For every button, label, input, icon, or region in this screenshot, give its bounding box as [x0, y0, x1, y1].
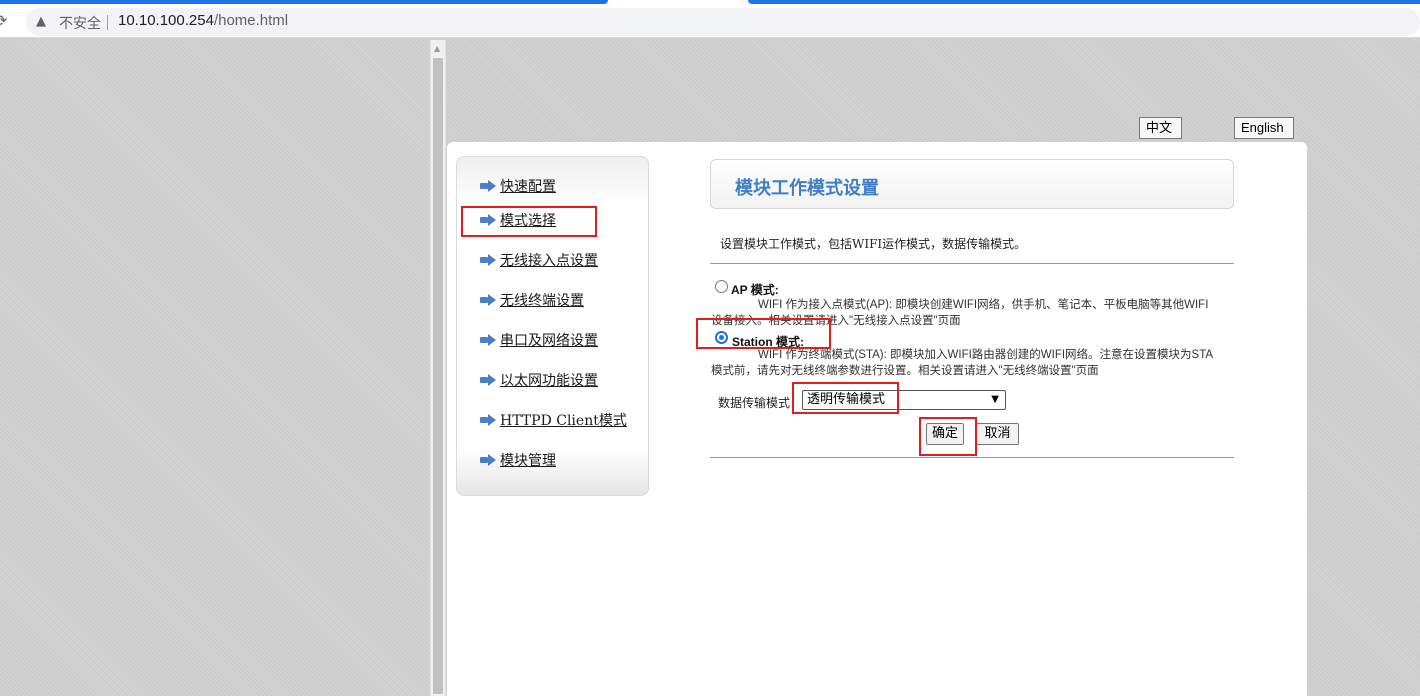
highlight-transfer-select [792, 382, 899, 414]
arrow-right-icon [480, 294, 496, 306]
address-bar: ⟳ ▲ 不安全 10.10.100.254/home.html [0, 6, 1420, 38]
sidebar-item-label: 快速配置 [500, 179, 556, 195]
scrollbar-thumb[interactable] [433, 58, 443, 694]
sidebar-item-label: 串口及网络设置 [500, 333, 598, 349]
english-language-button[interactable]: English [1234, 117, 1294, 139]
url-host: 10.10.100.254 [118, 12, 214, 29]
sidebar-item-label: 无线接入点设置 [500, 253, 598, 269]
scroll-up-icon[interactable]: ▲ [434, 44, 440, 53]
sidebar-item-label: 以太网功能设置 [500, 373, 598, 389]
security-label[interactable]: 不安全 [59, 13, 101, 33]
sidebar-item-serial-network[interactable]: 串口及网络设置 [480, 330, 598, 352]
sidebar-item-ap-settings[interactable]: 无线接入点设置 [480, 250, 598, 272]
highlight-confirm-button [919, 417, 977, 456]
sidebar-item-quick-config[interactable]: 快速配置 [480, 176, 556, 198]
station-mode-desc-line1: WIFI 作为终端模式(STA): 即模块加入WIFI路由器创建的WIFI网络。… [758, 349, 1214, 361]
omnibox-separator [107, 15, 108, 30]
sidebar-item-httpd-client[interactable]: HTTPD Client模式 [480, 410, 627, 432]
arrow-right-icon [480, 334, 496, 346]
chevron-down-icon: ▼ [991, 394, 999, 405]
chinese-language-button[interactable]: 中文 [1139, 117, 1182, 139]
omnibox[interactable]: ▲ 不安全 10.10.100.254/home.html [26, 8, 1420, 36]
arrow-right-icon [480, 254, 496, 266]
sidebar-item-label: 模块管理 [500, 453, 556, 469]
arrow-right-icon [480, 414, 496, 426]
page-description: 设置模块工作模式，包括WIFI运作模式，数据传输模式。 [720, 237, 1027, 251]
left-frame [0, 40, 430, 696]
url-path: /home.html [213, 12, 289, 29]
arrow-right-icon [480, 180, 496, 192]
cancel-button[interactable]: 取消 [976, 423, 1019, 445]
arrow-right-icon [480, 374, 496, 386]
highlight-mode-select [461, 206, 597, 237]
sidebar-item-sta-settings[interactable]: 无线终端设置 [480, 290, 584, 312]
tab-indicator-right [748, 0, 1420, 4]
ap-mode-radio[interactable] [715, 280, 728, 293]
divider-bottom [710, 457, 1234, 458]
page-title: 模块工作模式设置 [735, 178, 879, 199]
sidebar-item-label: HTTPD Client模式 [500, 413, 627, 429]
arrow-right-icon [480, 454, 496, 466]
tab-indicator-left [0, 0, 608, 4]
sidebar-item-label: 无线终端设置 [500, 293, 584, 309]
ap-mode-label: AP 模式: [731, 283, 779, 297]
transfer-mode-label: 数据传输模式 [718, 396, 791, 410]
page-title-box: 模块工作模式设置 [710, 159, 1234, 209]
reload-icon[interactable]: ⟳ [0, 12, 12, 30]
warning-icon[interactable]: ▲ [36, 14, 52, 30]
station-mode-desc-line2: 模式前，请先对无线终端参数进行设置。相关设置请进入"无线终端设置"页面 [711, 365, 1099, 377]
sidebar-item-ethernet[interactable]: 以太网功能设置 [480, 370, 598, 392]
highlight-station-mode [696, 318, 831, 349]
sidebar-item-module-manage[interactable]: 模块管理 [480, 450, 556, 472]
divider-top [710, 263, 1234, 264]
vertical-scrollbar[interactable]: ▲ [430, 40, 446, 696]
ap-mode-desc-line1: WIFI 作为接入点模式(AP): 即模块创建WIFI网络，供手机、笔记本、平板… [758, 299, 1209, 311]
content-frame: 中文 English 快速配置 模式选择 无线接入点设置 无线终端设置 串口及网… [446, 40, 1420, 696]
url-text[interactable]: 10.10.100.254/home.html [118, 12, 288, 29]
